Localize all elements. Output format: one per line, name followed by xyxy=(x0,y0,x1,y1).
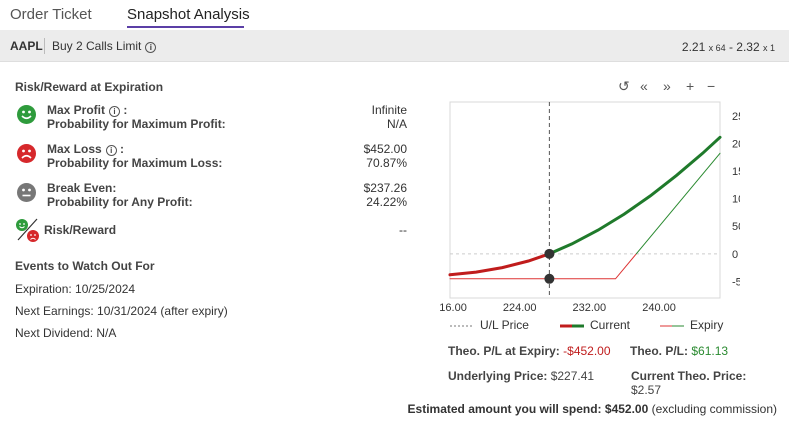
max-profit-prob-value: N/A xyxy=(386,117,407,131)
dotted-line-icon xyxy=(450,325,474,327)
y-tick-label: -500 xyxy=(732,276,740,288)
y-tick-label: 2000 xyxy=(732,138,740,150)
x-tick-label: 224.00 xyxy=(503,302,537,314)
any-profit-prob-value: 24.22% xyxy=(366,195,407,209)
bid-size: x 64 xyxy=(708,43,726,53)
underlying-price: Underlying Price: $227.41 xyxy=(448,369,594,383)
order-summary-bar: AAPL Buy 2 Calls Limit i 2.21 x 64 - 2.32… xyxy=(0,30,789,62)
max-loss-value: $452.00 xyxy=(363,142,407,156)
zoom-out-icon[interactable]: − xyxy=(707,78,715,94)
risk-reward-value: -- xyxy=(399,223,407,237)
order-description-text: Buy 2 Calls Limit xyxy=(52,39,142,53)
theo-pl-value: $61.13 xyxy=(691,344,729,358)
theo-pl-expiry: Theo. P/L at Expiry: -$452.00 xyxy=(448,344,611,358)
symbol-label: AAPL xyxy=(10,39,43,53)
current-theo-price-value-wrap: $2.57 xyxy=(631,383,661,397)
bid-price: 2.21 xyxy=(681,40,706,54)
pl-chart-svg: 2500 2000 1500 1000 500 0 -500 216.00 224.00 232… xyxy=(433,101,756,314)
events-title: Events to Watch Out For xyxy=(15,259,155,273)
info-icon[interactable]: i xyxy=(145,42,157,53)
max-loss-prob-value: 70.87% xyxy=(366,156,407,170)
max-profit-label: Max Profit i : xyxy=(47,103,128,117)
y-tick-label: 2500 xyxy=(732,111,740,123)
risk-reward-label: Risk/Reward xyxy=(44,223,117,237)
tab-order-ticket[interactable]: Order Ticket xyxy=(10,6,92,23)
max-profit-value: Infinite xyxy=(371,103,407,117)
theo-pl-label: Theo. P/L: xyxy=(630,344,688,358)
y-tick-label: 1500 xyxy=(732,166,740,178)
legend-expiry: Expiry xyxy=(660,318,723,332)
pan-right-icon[interactable]: » xyxy=(663,78,671,94)
thin-line-icon xyxy=(660,325,684,327)
next-earnings: Next Earnings: 10/31/2024 (after expiry) xyxy=(15,304,228,318)
x-tick-label: 240.00 xyxy=(642,302,676,314)
risk-reward-title: Risk/Reward at Expiration xyxy=(15,80,164,94)
break-even-value: $237.26 xyxy=(363,181,407,195)
price-marker-point xyxy=(544,248,555,259)
info-icon[interactable]: i xyxy=(105,145,117,156)
tab-snapshot-analysis[interactable]: Snapshot Analysis xyxy=(127,6,250,23)
legend-expiry-label: Expiry xyxy=(690,318,724,332)
theo-pl-expiry-value: -$452.00 xyxy=(563,344,611,358)
current-theo-price-value: $2.57 xyxy=(631,383,662,397)
break-even-label: Break Even: xyxy=(47,181,117,195)
reset-icon[interactable]: ↺ xyxy=(618,78,630,95)
ask-size: x 1 xyxy=(762,43,775,53)
break-even-row: Break Even: Probability for Any Profit: … xyxy=(15,181,410,211)
thick-line-icon xyxy=(560,324,584,328)
tab-bar: Order Ticket Snapshot Analysis xyxy=(0,0,789,30)
ask-price: - 2.32 xyxy=(728,40,760,54)
theo-pl-expiry-label: Theo. P/L at Expiry: xyxy=(448,344,560,358)
theo-pl: Theo. P/L: $61.13 xyxy=(630,344,728,358)
estimated-spend-suffix: (excluding commission) xyxy=(651,402,777,416)
pan-left-icon[interactable]: « xyxy=(640,78,648,94)
max-profit-prob-label: Probability for Maximum Profit: xyxy=(47,117,226,131)
any-profit-prob-label: Probability for Any Profit: xyxy=(47,195,193,209)
legend-current: Current xyxy=(560,318,630,332)
max-profit-label-text: Max Profit xyxy=(47,103,106,117)
estimated-spend-label: Estimated amount you will spend: xyxy=(407,402,602,416)
happy-face-icon xyxy=(17,105,36,124)
max-loss-label-text: Max Loss xyxy=(47,142,102,156)
expiration-date: Expiration: 10/25/2024 xyxy=(15,282,136,296)
price-marker-point xyxy=(544,273,555,284)
sad-face-icon xyxy=(17,144,36,163)
risk-reward-row: Risk/Reward -- xyxy=(15,216,410,246)
next-dividend: Next Dividend: N/A xyxy=(15,326,117,340)
y-tick-label: 1000 xyxy=(732,194,740,206)
neutral-face-icon xyxy=(17,183,36,202)
underlying-price-label: Underlying Price: xyxy=(448,369,548,383)
legend-ul-price: U/L Price xyxy=(450,318,529,332)
y-tick-label: 0 xyxy=(732,249,738,261)
current-theo-price-label: Current Theo. Price: xyxy=(631,369,747,383)
active-tab-indicator xyxy=(127,26,244,28)
current-theo-price: Current Theo. Price: xyxy=(631,369,746,383)
divider xyxy=(44,38,45,54)
max-profit-row: Max Profit i : Probability for Maximum Pr… xyxy=(15,103,410,133)
pl-chart: 2500 2000 1500 1000 500 0 -500 216.00 224.00 232… xyxy=(433,98,756,318)
max-loss-prob-label: Probability for Maximum Loss: xyxy=(47,156,223,170)
underlying-price-value: $227.41 xyxy=(550,369,595,383)
estimated-spend: Estimated amount you will spend: $452.00… xyxy=(408,402,777,416)
order-description: Buy 2 Calls Limit i xyxy=(52,39,157,53)
x-tick-label: 232.00 xyxy=(573,302,607,314)
info-icon[interactable]: i xyxy=(109,106,121,117)
max-loss-row: Max Loss i : Probability for Maximum Loss… xyxy=(15,142,410,172)
legend-current-label: Current xyxy=(590,318,631,332)
risk-reward-icon xyxy=(16,218,39,242)
zoom-in-icon[interactable]: + xyxy=(686,78,694,94)
x-tick-label: 216.00 xyxy=(440,302,467,314)
legend-ul-price-label: U/L Price xyxy=(480,318,529,332)
estimated-spend-amount: $452.00 xyxy=(604,402,649,416)
bid-ask-quote: 2.21 x 64 - 2.32 x 1 xyxy=(682,40,775,54)
max-loss-label: Max Loss i : xyxy=(47,142,125,156)
y-tick-label: 500 xyxy=(732,221,740,233)
